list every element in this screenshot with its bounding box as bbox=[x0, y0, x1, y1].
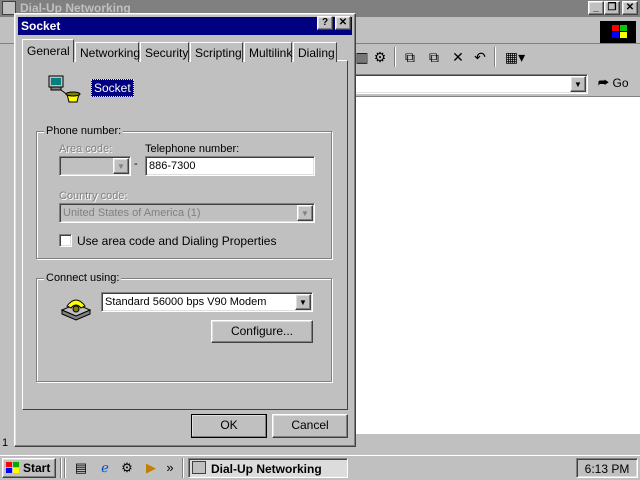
tab-networking[interactable]: Networking bbox=[75, 42, 141, 62]
views-icon[interactable]: ▦▾ bbox=[502, 48, 528, 66]
status-text: 1 bbox=[2, 437, 9, 449]
telephone-number-input[interactable]: 886-7300 bbox=[145, 156, 315, 176]
tab-dialing[interactable]: Dialing bbox=[293, 42, 337, 62]
use-area-code-checkbox[interactable] bbox=[59, 234, 72, 247]
tab-label: Dialing bbox=[298, 46, 335, 60]
modem-select[interactable]: Standard 56000 bps V90 Modem ▼ bbox=[101, 292, 313, 312]
media-player-icon[interactable]: ▶ bbox=[142, 459, 160, 476]
chevron-down-icon[interactable]: ▼ bbox=[295, 294, 311, 310]
chevron-down-icon: ▼ bbox=[297, 205, 313, 221]
tab-security[interactable]: Security bbox=[140, 42, 189, 62]
address-field[interactable]: ▼ bbox=[350, 74, 588, 94]
quick-launch-chevron[interactable]: » bbox=[164, 459, 176, 476]
telephone-number-label: Telephone number: bbox=[145, 143, 240, 155]
undo-icon[interactable]: ↶ bbox=[470, 48, 490, 66]
dialog-title: Socket bbox=[21, 19, 61, 33]
content-area[interactable] bbox=[350, 96, 640, 434]
copy-to-icon[interactable]: ⧉ bbox=[424, 48, 444, 66]
system-tray: 6:13 PM bbox=[576, 458, 638, 478]
toolbar-separator bbox=[494, 47, 496, 67]
configure-button[interactable]: Configure... bbox=[211, 320, 313, 343]
tab-general[interactable]: General bbox=[22, 39, 74, 62]
go-label: Go bbox=[612, 76, 629, 90]
dialup-folder-icon bbox=[192, 461, 206, 474]
go-arrow-icon: ⮫ bbox=[598, 76, 610, 90]
country-code-select[interactable]: United States of America (1) ▼ bbox=[59, 203, 315, 223]
country-code-value: United States of America (1) bbox=[63, 207, 201, 219]
tab-multilink[interactable]: Multilink bbox=[244, 42, 292, 62]
delete-icon[interactable]: ✕ bbox=[448, 48, 468, 66]
dialog-close-button[interactable]: ✕ bbox=[335, 16, 351, 30]
internet-explorer-icon[interactable]: ℯ bbox=[96, 459, 114, 476]
connection-name[interactable]: Socket bbox=[91, 79, 134, 97]
tab-scripting[interactable]: Scripting bbox=[190, 42, 243, 62]
start-label: Start bbox=[23, 461, 51, 475]
minimize-button[interactable]: _ bbox=[588, 1, 604, 15]
tab-label: General bbox=[27, 44, 70, 58]
taskbar-button-dialup-networking[interactable]: Dial-Up Networking bbox=[188, 458, 348, 478]
dialup-connection-icon bbox=[48, 75, 81, 103]
phone-separator: - bbox=[134, 158, 138, 170]
tab-label: Security bbox=[145, 46, 189, 60]
dialog-title-bar[interactable]: Socket bbox=[18, 17, 352, 35]
phone-number-group-label: Phone number: bbox=[44, 125, 124, 137]
chevron-down-icon: ▼ bbox=[113, 158, 129, 174]
go-button[interactable]: ⮫ Go bbox=[594, 74, 636, 94]
chevron-down-icon[interactable]: ▼ bbox=[570, 76, 586, 92]
tab-label: Networking bbox=[80, 46, 141, 60]
taskbar-separator bbox=[60, 458, 62, 478]
connection-properties-dialog: Socket ? ✕ General Networking Security S… bbox=[14, 13, 356, 447]
connect-using-group-label: Connect using: bbox=[44, 272, 122, 284]
help-button[interactable]: ? bbox=[317, 16, 333, 30]
use-area-code-label[interactable]: Use area code and Dialing Properties bbox=[77, 234, 276, 248]
area-code-select[interactable]: ▼ bbox=[59, 156, 131, 176]
area-code-label: Area code: bbox=[59, 143, 113, 155]
channels-icon[interactable]: ⚙ bbox=[118, 459, 136, 476]
taskbar-separator bbox=[64, 458, 66, 478]
clock[interactable]: 6:13 PM bbox=[585, 462, 630, 476]
close-button[interactable]: ✕ bbox=[622, 1, 638, 15]
modem-value: Standard 56000 bps V90 Modem bbox=[105, 296, 267, 308]
windows-logo-icon bbox=[600, 21, 636, 43]
task-label: Dial-Up Networking bbox=[211, 462, 322, 476]
tab-label: Multilink bbox=[249, 46, 293, 60]
ok-button[interactable]: OK bbox=[191, 414, 267, 438]
taskbar-separator bbox=[182, 458, 184, 478]
toolbar-separator bbox=[394, 47, 396, 67]
settings-icon[interactable]: ⚙ bbox=[370, 48, 390, 66]
tab-label: Scripting bbox=[195, 46, 242, 60]
move-to-icon[interactable]: ⧉ bbox=[400, 48, 420, 66]
cancel-button[interactable]: Cancel bbox=[272, 414, 348, 438]
country-code-label: Country code: bbox=[59, 190, 128, 202]
modem-phone-icon bbox=[60, 299, 92, 321]
windows-logo-icon bbox=[6, 462, 19, 473]
show-desktop-icon[interactable]: ▤ bbox=[72, 459, 90, 476]
restore-button[interactable]: ❐ bbox=[604, 1, 620, 15]
